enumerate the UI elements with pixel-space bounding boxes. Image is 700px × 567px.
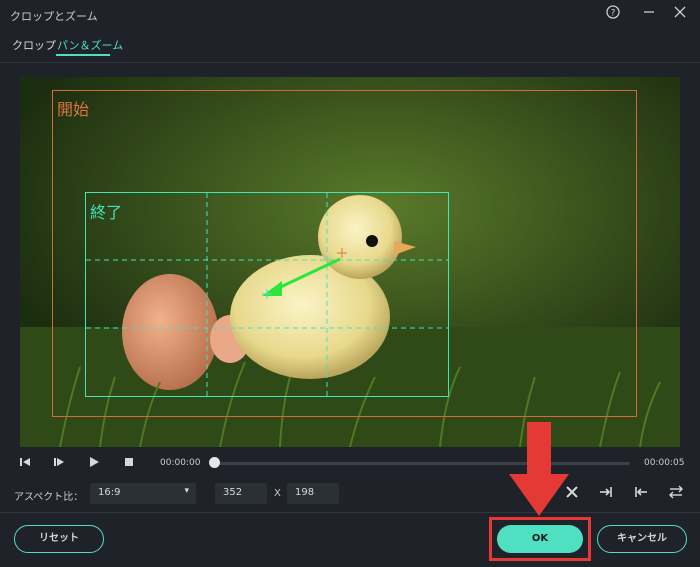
stop-icon[interactable] <box>122 456 136 470</box>
divider <box>0 62 700 63</box>
close-icon[interactable] <box>670 5 690 25</box>
svg-text:?: ? <box>611 9 616 19</box>
set-start-icon[interactable] <box>632 485 650 503</box>
divider <box>0 512 700 513</box>
play-icon[interactable] <box>87 456 101 470</box>
minimize-icon[interactable] <box>639 5 659 25</box>
start-label: 開始 <box>57 100 90 119</box>
aspect-ratio-value: 16:9 <box>98 487 121 498</box>
ok-button[interactable]: OK <box>497 525 583 553</box>
dimension-separator: X <box>274 488 281 499</box>
help-icon[interactable]: ? <box>603 5 623 25</box>
width-field[interactable]: 352 <box>215 483 267 504</box>
title-bar: クロップとズーム ? <box>0 0 700 30</box>
aspect-ratio-select[interactable]: 16:9 ▾ <box>90 483 196 504</box>
end-frame[interactable] <box>85 192 449 397</box>
end-label: 終了 <box>90 203 123 222</box>
window-title: クロップとズーム <box>10 10 98 23</box>
cancel-button[interactable]: キャンセル <box>597 525 687 553</box>
active-tab-indicator <box>56 54 110 56</box>
chevron-down-icon: ▾ <box>184 486 189 496</box>
timeline-scrubber[interactable] <box>209 457 220 468</box>
current-time: 00:00:00 <box>160 458 201 468</box>
aspect-ratio-label: アスペクト比： <box>14 492 84 503</box>
set-end-icon[interactable] <box>597 485 615 503</box>
width-value: 352 <box>223 487 243 498</box>
tab-crop[interactable]: クロップ <box>12 37 56 53</box>
step-forward-icon[interactable] <box>52 456 66 470</box>
swap-frames-icon[interactable] <box>667 485 685 503</box>
height-value: 198 <box>295 487 315 498</box>
end-time: 00:00:05 <box>644 458 685 468</box>
height-field[interactable]: 198 <box>287 483 339 504</box>
reset-button[interactable]: リセット <box>14 525 104 553</box>
annotation-arrow-icon <box>509 422 569 516</box>
tab-bar: クロップ パン＆ズーム <box>0 34 700 58</box>
step-back-icon[interactable] <box>18 456 32 470</box>
tab-pan-zoom[interactable]: パン＆ズーム <box>57 37 123 53</box>
